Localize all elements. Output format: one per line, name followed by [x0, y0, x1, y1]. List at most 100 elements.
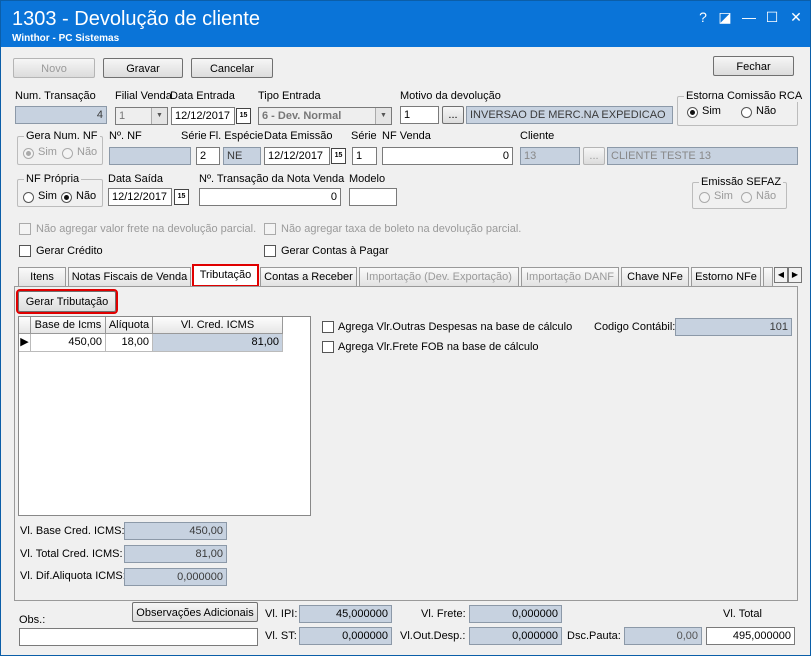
- vl-out-desp-field: 0,000000: [469, 627, 562, 645]
- nao-agregar-frete-label: Não agregar valor frete na devolução par…: [36, 223, 257, 235]
- tab-estorno-nfe[interactable]: Estorno NFe: [691, 267, 761, 286]
- tab-prev-icon[interactable]: ◀: [774, 267, 788, 283]
- fechar-button[interactable]: Fechar: [713, 56, 794, 76]
- gerar-tributacao-button[interactable]: Gerar Tributação: [16, 289, 118, 314]
- dsc-pauta-label: Dsc.Pauta:: [567, 630, 621, 642]
- data-entrada-label: Data Entrada: [170, 90, 235, 102]
- codigo-contabil-field: 101: [675, 318, 792, 336]
- tipo-entrada-select[interactable]: 6 - Dev. Normal ▼: [258, 107, 392, 125]
- data-emissao-label: Data Emissão: [264, 130, 333, 142]
- nf-propria-sim-label: Sim: [38, 190, 57, 202]
- nf-propria-label: NF Própria: [24, 173, 82, 185]
- close-icon[interactable]: ✕: [788, 9, 804, 26]
- num-transacao-nota-field[interactable]: 0: [199, 188, 341, 206]
- codigo-contabil-label: Codigo Contábil:: [594, 321, 676, 333]
- window-subtitle: Winthor - PC Sistemas: [12, 33, 120, 44]
- grid-header-base-icms[interactable]: Base de Icms: [31, 317, 106, 334]
- calendar-icon[interactable]: 15: [174, 189, 189, 205]
- restore-icon[interactable]: ◪: [717, 9, 733, 26]
- window: 1303 - Devolução de cliente Winthor - PC…: [0, 0, 811, 656]
- nao-agregar-frete-checkbox[interactable]: [19, 223, 31, 235]
- cliente-code-field: 13: [520, 147, 580, 165]
- estorna-nao-radio[interactable]: [741, 107, 752, 118]
- gravar-button[interactable]: Gravar: [103, 58, 183, 78]
- obs-label: Obs.:: [19, 614, 46, 626]
- help-icon[interactable]: ?: [695, 9, 711, 25]
- gera-num-nf-label: Gera Num. NF: [24, 130, 100, 142]
- cliente-search-button[interactable]: ...: [583, 147, 605, 165]
- num-nf-field: [109, 147, 191, 165]
- vl-total-label: Vl. Total: [723, 608, 762, 620]
- serie-field[interactable]: 2: [196, 147, 220, 165]
- motivo-desc-field: INVERSAO DE MERC.NA EXPEDICAO: [466, 106, 673, 124]
- emissao-sim-label: Sim: [714, 190, 733, 202]
- filial-venda-value: 1: [119, 110, 126, 122]
- row-indicator-icon: ▶: [19, 334, 31, 352]
- minimize-icon[interactable]: —: [741, 9, 757, 25]
- filial-venda-label: Filial Venda: [115, 90, 172, 102]
- vl-frete-label: Vl. Frete:: [421, 608, 466, 620]
- chevron-down-icon: ▼: [375, 108, 391, 124]
- vl-dif-label: Vl. Dif.Aliquota ICMS:: [20, 570, 126, 582]
- agrega-outras-checkbox[interactable]: [322, 321, 334, 333]
- table-cell[interactable]: 81,00: [153, 334, 283, 352]
- emissao-sefaz-label: Emissão SEFAZ: [699, 176, 784, 188]
- gera-nao-radio[interactable]: [62, 148, 73, 159]
- tab-itens[interactable]: Itens: [18, 267, 66, 286]
- motivo-code-field[interactable]: 1: [400, 106, 439, 124]
- tab-importacao-danf[interactable]: Importação DANF: [521, 267, 619, 286]
- gerar-contas-checkbox[interactable]: [264, 245, 276, 257]
- table-cell[interactable]: 18,00: [106, 334, 153, 352]
- nf-propria-nao-radio[interactable]: [61, 192, 72, 203]
- motivo-label: Motivo da devolução: [400, 90, 501, 102]
- vl-frete-field: 0,000000: [469, 605, 562, 623]
- tab-tributacao[interactable]: Tributação: [192, 264, 259, 287]
- dsc-pauta-field: 0,00: [624, 627, 702, 645]
- calendar-icon[interactable]: 15: [331, 148, 346, 164]
- tipo-entrada-label: Tipo Entrada: [258, 90, 321, 102]
- grid-header-aliquota[interactable]: Alíquota: [106, 317, 153, 334]
- serie2-field[interactable]: 1: [352, 147, 377, 165]
- cancelar-button[interactable]: Cancelar: [191, 58, 273, 78]
- tab-chave-nfe[interactable]: Chave NFe: [621, 267, 689, 286]
- gerar-credito-checkbox[interactable]: [19, 245, 31, 257]
- data-emissao-field[interactable]: 12/12/2017: [264, 147, 330, 165]
- tab-contas-receber[interactable]: Contas a Receber: [260, 267, 357, 286]
- data-entrada-field[interactable]: 12/12/2017: [171, 107, 235, 125]
- maximize-icon[interactable]: ☐: [764, 9, 780, 26]
- nf-propria-sim-radio[interactable]: [23, 192, 34, 203]
- nf-venda-field[interactable]: 0: [382, 147, 513, 165]
- emissao-sim-radio[interactable]: [699, 192, 710, 203]
- modelo-field[interactable]: [349, 188, 397, 206]
- gera-sim-radio[interactable]: [23, 148, 34, 159]
- tab-notas-fiscais[interactable]: Notas Fiscais de Venda: [68, 267, 191, 286]
- vl-base-label: Vl. Base Cred. ICMS:: [20, 525, 125, 537]
- cliente-name-field: CLIENTE TESTE 13: [607, 147, 798, 165]
- vl-total-cred-field: 81,00: [124, 545, 227, 563]
- num-nf-label: Nº. NF: [109, 130, 142, 142]
- serie2-label: Série: [351, 130, 377, 142]
- grid-header-vl-cred[interactable]: Vl. Cred. ICMS: [153, 317, 283, 334]
- fl-especie-field: NE: [223, 147, 261, 165]
- vl-ipi-field: 45,000000: [299, 605, 392, 623]
- tab-next-icon[interactable]: ▶: [788, 267, 802, 283]
- gera-sim-label: Sim: [38, 146, 57, 158]
- table-cell[interactable]: 450,00: [31, 334, 106, 352]
- nf-propria-nao-label: Não: [76, 190, 97, 202]
- gerar-contas-label: Gerar Contas à Pagar: [281, 245, 389, 257]
- tab-more[interactable]: [763, 267, 773, 286]
- estorna-sim-radio[interactable]: [687, 107, 698, 118]
- novo-button[interactable]: Novo: [13, 58, 95, 78]
- obs-field[interactable]: [19, 628, 258, 646]
- calendar-icon[interactable]: 15: [236, 108, 251, 124]
- data-saida-field[interactable]: 12/12/2017: [108, 188, 172, 206]
- filial-venda-select[interactable]: 1 ▼: [115, 107, 168, 125]
- num-transacao-field: 4: [15, 106, 107, 124]
- emissao-nao-radio[interactable]: [741, 192, 752, 203]
- gerar-credito-label: Gerar Crédito: [36, 245, 103, 257]
- agrega-frete-checkbox[interactable]: [322, 341, 334, 353]
- motivo-search-button[interactable]: ...: [442, 106, 464, 124]
- observacoes-adicionais-button[interactable]: Observações Adicionais: [132, 602, 258, 622]
- tab-importacao-exportacao[interactable]: Importação (Dev. Exportação): [359, 267, 519, 286]
- nao-agregar-taxa-checkbox[interactable]: [264, 223, 276, 235]
